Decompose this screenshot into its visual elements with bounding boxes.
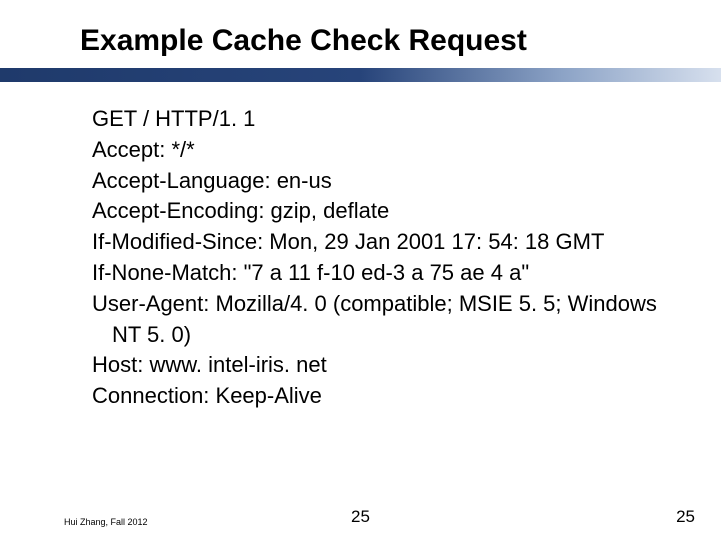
- http-line: GET / HTTP/1. 1: [92, 104, 681, 135]
- http-line: Accept-Language: en-us: [92, 166, 681, 197]
- http-line: If-None-Match: "7 a 11 f-10 ed-3 a 75 ae…: [92, 258, 681, 289]
- divider-rule: [0, 68, 721, 82]
- http-line: User-Agent: Mozilla/4. 0 (compatible; MS…: [92, 289, 681, 351]
- http-line: Accept-Encoding: gzip, deflate: [92, 196, 681, 227]
- slide-body: GET / HTTP/1. 1 Accept: */* Accept-Langu…: [0, 82, 721, 412]
- http-line: Connection: Keep-Alive: [92, 381, 681, 412]
- http-line: Accept: */*: [92, 135, 681, 166]
- slide-footer: Hui Zhang, Fall 2012 25 25: [0, 509, 721, 527]
- footer-page-right: 25: [676, 507, 695, 527]
- footer-page-center: 25: [351, 507, 370, 527]
- slide-title: Example Cache Check Request: [80, 24, 681, 58]
- http-line: If-Modified-Since: Mon, 29 Jan 2001 17: …: [92, 227, 681, 258]
- http-line: Host: www. intel-iris. net: [92, 350, 681, 381]
- footer-author: Hui Zhang, Fall 2012: [64, 517, 148, 527]
